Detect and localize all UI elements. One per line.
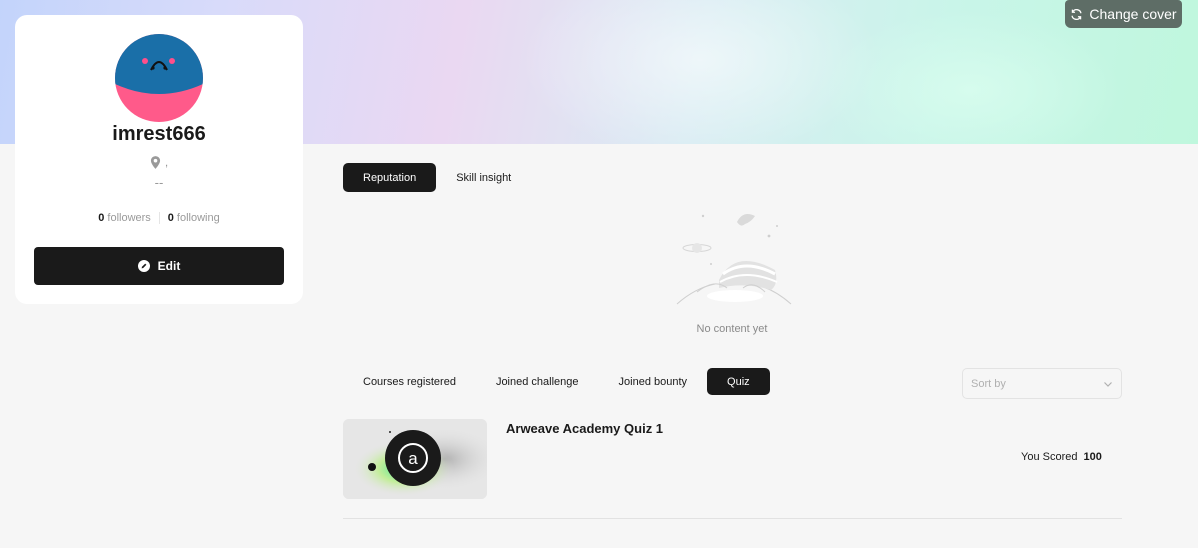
svg-text:a: a [408, 449, 418, 468]
arweave-logo-icon: a [343, 419, 487, 499]
followers-link[interactable]: 0 followers [98, 212, 151, 224]
tab-quiz[interactable]: Quiz [707, 368, 770, 395]
following-label: following [176, 212, 220, 224]
avatar-face-icon [115, 34, 203, 122]
edit-label: Edit [157, 259, 181, 273]
followers-label: followers [107, 212, 151, 224]
profile-card: imrest666 , -- 0 followers 0 following Edi… [15, 15, 303, 304]
location-row: , [15, 155, 303, 169]
quiz-score: You Scored 100 [1021, 451, 1102, 463]
sort-select[interactable]: Sort by [962, 368, 1122, 399]
follow-stats: 0 followers 0 following [15, 212, 303, 224]
refresh-icon [1071, 8, 1083, 20]
tab-courses-registered[interactable]: Courses registered [343, 368, 476, 395]
tab-skill-insight[interactable]: Skill insight [436, 163, 531, 192]
score-label: You Scored [1021, 451, 1078, 463]
avatar[interactable] [115, 34, 203, 122]
activity-tabs: Courses registered Joined challenge Join… [343, 368, 770, 395]
change-cover-button[interactable]: Change cover [1065, 0, 1182, 28]
location-pin-icon [150, 155, 160, 169]
tab-joined-bounty[interactable]: Joined bounty [599, 368, 708, 395]
quiz-thumbnail[interactable]: a [343, 419, 487, 499]
following-count: 0 [167, 212, 174, 224]
tab-reputation[interactable]: Reputation [343, 163, 437, 192]
edit-icon [137, 260, 150, 272]
following-link[interactable]: 0 following [168, 212, 220, 224]
followers-count: 0 [98, 212, 105, 224]
quiz-title[interactable]: Arweave Academy Quiz 1 [506, 421, 663, 436]
chevron-down-icon [1104, 381, 1112, 387]
divider [158, 212, 160, 224]
quiz-list-item: a Arweave Academy Quiz 1 You Scored 100 [343, 419, 1122, 519]
empty-planet-illustration [676, 214, 792, 305]
change-cover-label: Change cover [1089, 6, 1177, 22]
score-value: 100 [1083, 451, 1102, 463]
location-text: , [164, 155, 169, 169]
username: imrest666 [112, 123, 206, 145]
sort-placeholder: Sort by [971, 377, 1006, 390]
empty-state-text: No content yet [696, 323, 768, 335]
bio: -- [154, 175, 164, 190]
reputation-tabs: Reputation Skill insight [343, 163, 531, 192]
tab-joined-challenge[interactable]: Joined challenge [476, 368, 599, 395]
edit-profile-button[interactable]: Edit [34, 247, 284, 285]
